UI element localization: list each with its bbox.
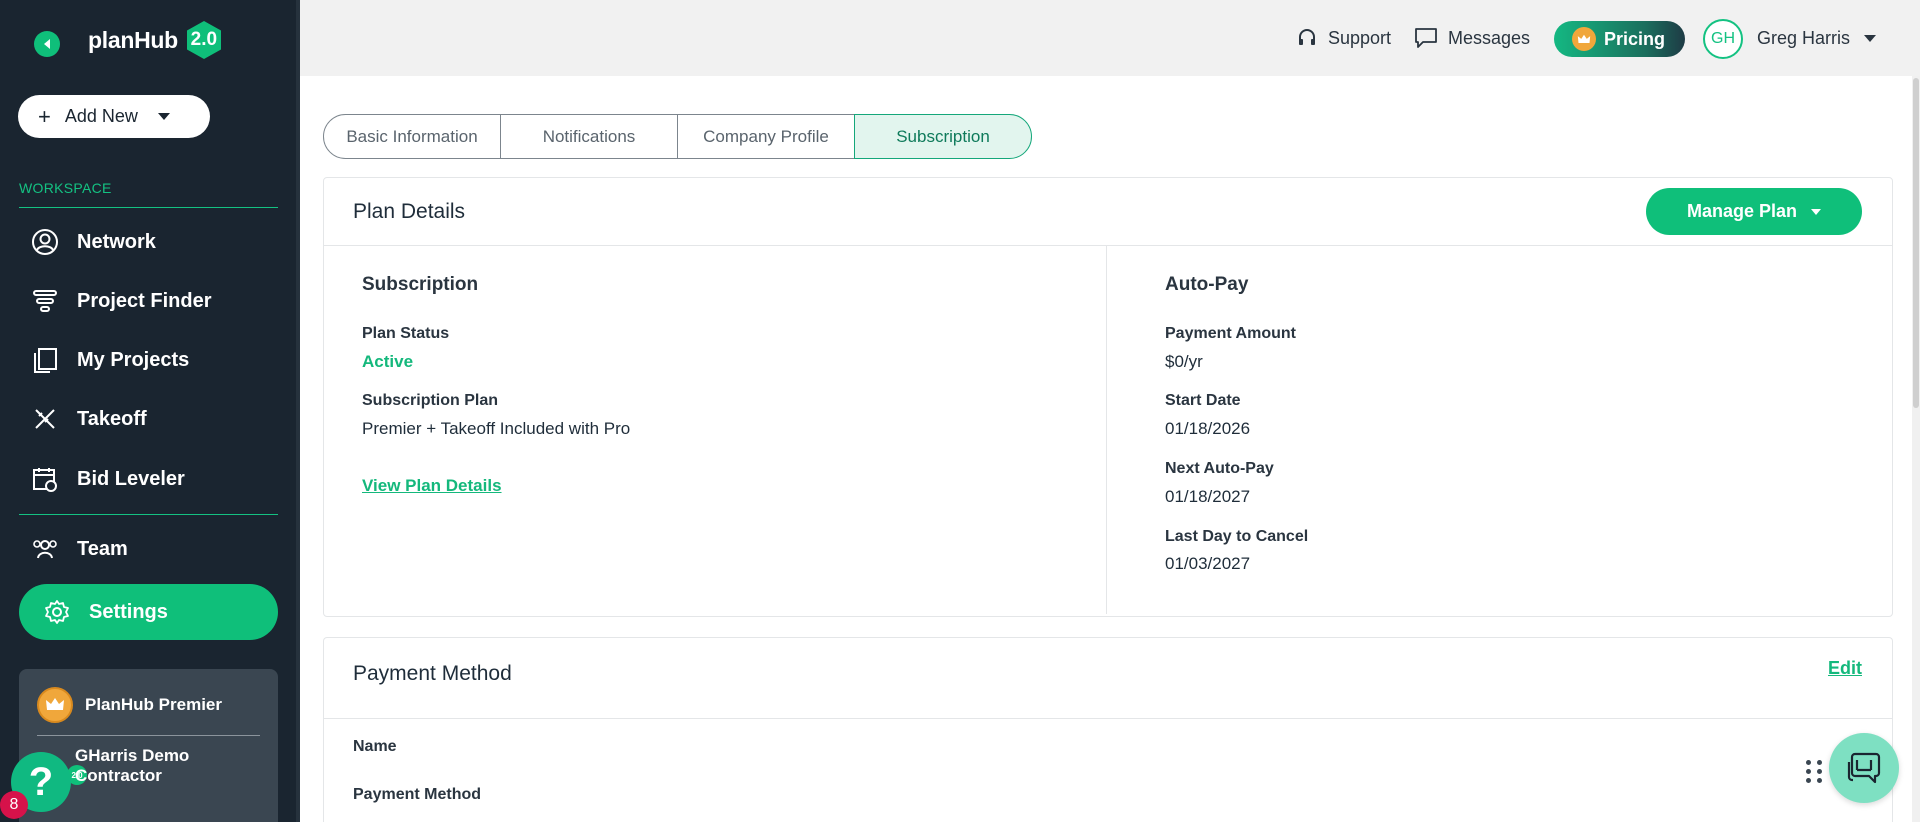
notification-count-badge[interactable]: 8 — [0, 791, 28, 819]
manage-plan-button[interactable]: Manage Plan — [1646, 188, 1862, 235]
plus-icon: + — [38, 103, 51, 129]
logo-text: planHub — [88, 26, 178, 53]
headset-icon — [1299, 29, 1315, 45]
pricing-button[interactable]: Pricing — [1554, 21, 1685, 57]
premium-header: PlanHub Premier — [37, 687, 222, 723]
settings-tabs: Basic Information Notifications Company … — [323, 114, 1032, 159]
sidebar-item-label: Team — [77, 537, 128, 560]
next-autopay-value: 01/18/2027 — [1165, 487, 1251, 506]
plan-status-label: Plan Status — [362, 325, 450, 342]
sidebar-item-bid-leveler[interactable]: Bid Leveler — [19, 453, 278, 505]
sidebar-item-settings[interactable]: Settings — [19, 584, 278, 640]
subscription-column: Subscription Plan Status Active Subscrip… — [324, 246, 1107, 614]
premium-title: PlanHub Premier — [85, 695, 222, 714]
next-autopay-label: Next Auto-Pay — [1165, 460, 1274, 477]
filter-stack-icon — [29, 285, 61, 317]
chevron-left-icon — [44, 39, 50, 49]
crown-icon — [37, 687, 73, 723]
autopay-column: Auto-Pay Payment Amount $0/yr Start Date… — [1107, 246, 1892, 614]
tab-subscription[interactable]: Subscription — [854, 114, 1032, 159]
manage-plan-label: Manage Plan — [1686, 201, 1798, 221]
company-name: GHarris Demo Contractor — [75, 746, 190, 785]
workspace-section-label: WORKSPACE — [19, 180, 112, 196]
payment-name-label: Name — [353, 738, 397, 755]
ruler-pencil-icon — [29, 403, 61, 435]
payment-method-title: Payment Method — [353, 662, 512, 685]
support-label: Support — [1328, 27, 1392, 48]
sidebar-item-network[interactable]: Network — [19, 216, 278, 268]
chevron-down-icon — [157, 113, 170, 120]
user-menu[interactable]: Greg Harris — [1757, 28, 1877, 49]
start-date-value: 01/18/2026 — [1165, 419, 1251, 438]
payment-amount-value: $0/yr — [1165, 352, 1203, 371]
plan-status-value: Active — [362, 352, 414, 371]
documents-icon — [29, 344, 61, 376]
tab-company-profile[interactable]: Company Profile — [677, 114, 855, 159]
sidebar-item-takeoff[interactable]: Takeoff — [19, 393, 278, 445]
sidebar-item-my-projects[interactable]: My Projects — [19, 334, 278, 386]
subscription-plan-label: Subscription Plan — [362, 392, 499, 409]
gear-icon — [41, 596, 73, 628]
chat-icon — [1847, 752, 1881, 784]
sidebar-item-project-finder[interactable]: Project Finder — [19, 275, 278, 327]
user-circle-icon — [29, 226, 61, 258]
add-new-button[interactable]: + Add New — [18, 95, 210, 138]
messages-label: Messages — [1448, 27, 1531, 48]
chevron-down-icon — [1864, 35, 1877, 42]
autopay-heading: Auto-Pay — [1165, 274, 1249, 295]
tab-basic-information[interactable]: Basic Information — [323, 114, 501, 159]
sidebar-item-label: Bid Leveler — [77, 467, 185, 490]
add-new-label: Add New — [64, 106, 138, 126]
sidebar-item-label: Settings — [89, 600, 168, 623]
chat-bubble-icon — [1415, 28, 1437, 48]
payment-method-label: Payment Method — [353, 786, 482, 803]
sidebar: planHub 2.0 + Add New WORKSPACE Network … — [0, 0, 296, 822]
subscription-plan-value: Premier + Takeoff Included with Pro — [362, 419, 631, 438]
collapse-sidebar-button[interactable] — [34, 31, 60, 57]
messages-link[interactable]: Messages — [1414, 27, 1530, 49]
last-day-cancel-label: Last Day to Cancel — [1165, 528, 1309, 545]
sidebar-item-label: Project Finder — [77, 289, 212, 312]
support-link[interactable]: Support — [1296, 27, 1391, 49]
plan-details-card: Plan Details Manage Plan Subscription Pl… — [323, 177, 1893, 617]
drag-handle-icon[interactable] — [1806, 760, 1823, 783]
divider — [19, 514, 278, 515]
payment-amount-label: Payment Amount — [1165, 325, 1296, 342]
last-day-cancel-value: 01/03/2027 — [1165, 554, 1251, 573]
team-icon — [29, 533, 61, 565]
crown-icon — [1572, 27, 1596, 51]
divider — [19, 207, 278, 208]
pricing-label: Pricing — [1604, 28, 1666, 49]
logo-version-badge: 2.0 — [184, 20, 224, 60]
chat-widget-button[interactable] — [1829, 733, 1899, 803]
avatar[interactable]: GH — [1703, 19, 1743, 59]
subscription-heading: Subscription — [362, 274, 479, 295]
plan-details-header: Plan Details Manage Plan — [324, 178, 1892, 246]
sidebar-item-label: Network — [77, 230, 156, 253]
sidebar-item-label: Takeoff — [77, 407, 147, 430]
view-plan-details-link[interactable]: View Plan Details — [362, 476, 502, 496]
sidebar-item-team[interactable]: Team — [19, 523, 278, 575]
tab-notifications[interactable]: Notifications — [500, 114, 678, 159]
divider — [37, 735, 260, 736]
scrollbar[interactable] — [1912, 76, 1920, 822]
sidebar-item-label: My Projects — [77, 348, 190, 371]
chevron-down-icon — [1811, 208, 1822, 215]
plan-details-title: Plan Details — [353, 199, 466, 223]
calendar-icon — [29, 463, 61, 495]
scrollbar-thumb[interactable] — [1913, 78, 1919, 408]
user-name: Greg Harris — [1757, 28, 1851, 48]
divider — [324, 718, 1892, 719]
payment-method-card: Payment Method Edit Name Payment Method — [323, 637, 1893, 822]
app-logo[interactable]: planHub 2.0 — [88, 20, 224, 60]
edit-payment-link[interactable]: Edit — [1828, 658, 1862, 679]
payment-method-header: Payment Method Edit — [324, 638, 1892, 710]
start-date-label: Start Date — [1165, 392, 1241, 409]
